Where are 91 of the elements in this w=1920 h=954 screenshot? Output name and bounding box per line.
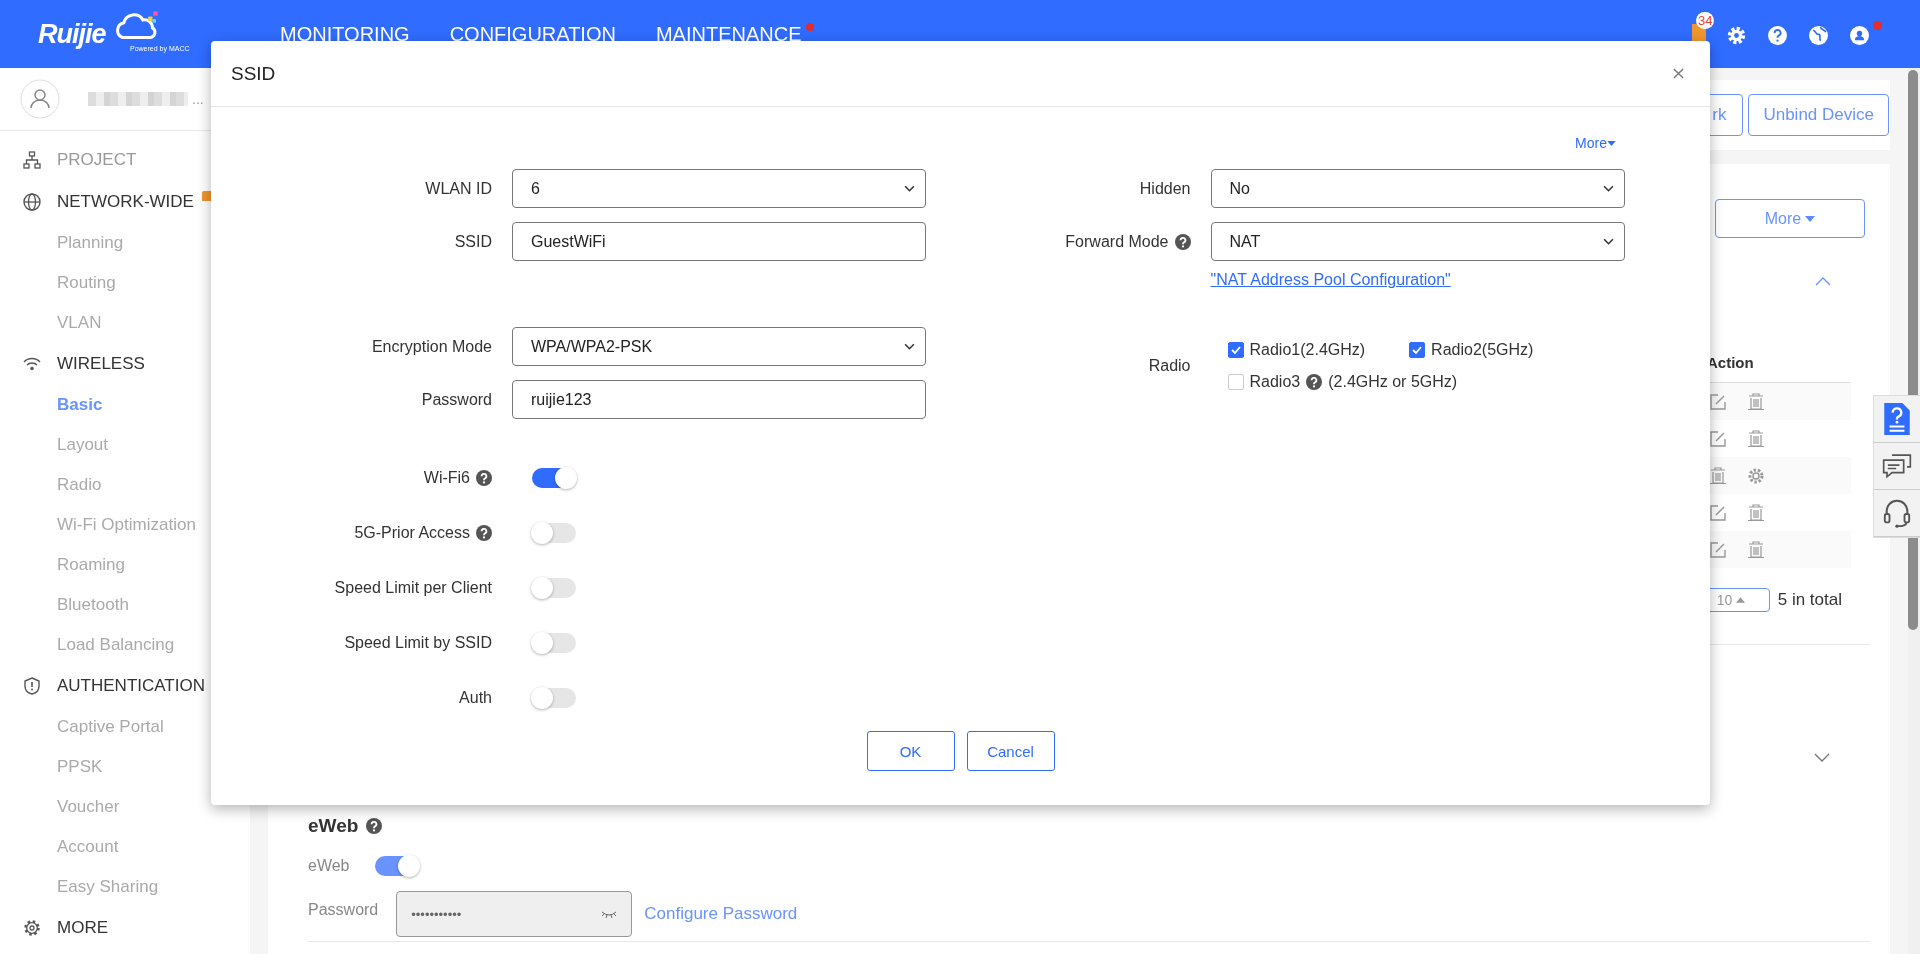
select-field[interactable]: No: [1210, 169, 1625, 208]
checkbox[interactable]: [1227, 374, 1244, 390]
field-label: Speed Limit by SSID: [344, 634, 492, 652]
checkbox[interactable]: [1409, 342, 1426, 358]
field-label: Forward Mode: [1065, 232, 1169, 251]
help-icon[interactable]: [366, 818, 383, 834]
collapse-icon[interactable]: [1815, 276, 1831, 286]
more-link[interactable]: More: [1575, 133, 1616, 153]
help-icon[interactable]: [476, 525, 492, 541]
chevron-down-icon: [904, 343, 915, 350]
sidebar-item[interactable]: Voucher: [0, 787, 250, 827]
checkbox-label: Radio2(5GHz): [1431, 341, 1534, 359]
sidebar-section[interactable]: AUTHENTICATION: [57, 676, 205, 696]
sidebar-section[interactable]: NETWORK-WIDE: [57, 192, 194, 212]
avatar-icon: [20, 79, 60, 119]
select-field[interactable]: 6: [512, 169, 926, 208]
eye-closed-icon[interactable]: [601, 910, 618, 918]
settings-icon[interactable]: [1747, 466, 1765, 485]
input-field[interactable]: ruijie123: [512, 380, 926, 419]
caret-icon: [1607, 140, 1616, 146]
configure-password-link[interactable]: Configure Password: [644, 904, 798, 924]
dialog-button[interactable]: OK: [866, 731, 955, 771]
help-icon[interactable]: [1174, 233, 1191, 250]
delete-icon[interactable]: [1747, 540, 1765, 559]
input-field[interactable]: GuestWiFi: [512, 222, 926, 261]
toggle-switch[interactable]: [532, 578, 576, 598]
checkbox-label: Radio1(2.4GHz): [1249, 341, 1366, 359]
total-count: 5 in total: [1777, 590, 1842, 610]
edit-icon[interactable]: [1709, 429, 1727, 448]
toggle-switch[interactable]: [532, 688, 576, 708]
delete-icon[interactable]: [1747, 429, 1765, 448]
edit-icon[interactable]: [1709, 540, 1727, 559]
nat-pool-link[interactable]: "NAT Address Pool Configuration": [1210, 271, 1451, 288]
section-title: eWeb: [308, 815, 359, 837]
field-label: Hidden: [1139, 179, 1191, 198]
field-label: Speed Limit per Client: [334, 579, 492, 597]
nav-tab[interactable]: MAINTENANCE: [655, 22, 802, 46]
help-icon[interactable]: [476, 470, 492, 486]
field-label: WLAN ID: [425, 179, 492, 198]
field-label: Password: [308, 901, 379, 919]
expand-icon[interactable]: [1814, 753, 1830, 763]
field-label: Auth: [459, 689, 492, 707]
notification-count: 34: [1696, 12, 1715, 29]
account-icon[interactable]: [1849, 24, 1870, 46]
more-button[interactable]: More: [1715, 199, 1865, 238]
checkbox-note: (2.4GHz or 5GHz): [1328, 373, 1458, 391]
checkbox-label: Radio3: [1249, 373, 1301, 391]
field-label: Password: [421, 390, 492, 409]
shield-icon: [22, 676, 42, 696]
globe-icon: [22, 192, 42, 212]
sitemap-icon: [22, 150, 42, 170]
sidebar-item[interactable]: Easy Sharing: [0, 867, 250, 907]
user-name: ...: [192, 91, 204, 107]
settings-icon: [22, 918, 42, 938]
toggle-switch[interactable]: [532, 633, 576, 653]
password-field[interactable]: •••••••••••: [396, 891, 633, 937]
chevron-down-icon: [1602, 238, 1614, 245]
select-field[interactable]: WPA/WPA2-PSK: [512, 327, 926, 366]
field-label: Radio: [1148, 357, 1191, 375]
chevron-down-icon: [904, 185, 915, 192]
globe-icon[interactable]: [1808, 24, 1829, 46]
caret-icon: [1736, 597, 1746, 603]
help-icon[interactable]: [1306, 374, 1323, 390]
field-label: Wi-Fi6: [423, 469, 470, 487]
sidebar-section[interactable]: MORE: [57, 918, 108, 938]
toolbar-button[interactable]: Unbind Device: [1748, 94, 1889, 136]
sidebar-item[interactable]: Account: [0, 827, 250, 867]
field-label: eWeb: [308, 857, 351, 875]
sidebar-section[interactable]: PROJECT: [57, 150, 137, 170]
delete-icon[interactable]: [1709, 466, 1727, 485]
toggle-switch[interactable]: [532, 523, 576, 543]
toggle-switch[interactable]: [375, 856, 419, 876]
edit-icon[interactable]: [1709, 503, 1727, 522]
chevron-down-icon: [1602, 185, 1614, 192]
help-icon[interactable]: [1767, 24, 1788, 46]
dialog-title: SSID: [231, 62, 276, 85]
field-label: 5G-Prior Access: [354, 524, 470, 542]
logo-wordmark: Ruijie: [38, 18, 106, 50]
field-label: Encryption Mode: [371, 337, 492, 356]
toggle-switch[interactable]: [532, 468, 576, 488]
delete-icon[interactable]: [1747, 503, 1765, 522]
close-icon[interactable]: [1673, 68, 1684, 79]
field-label: SSID: [454, 232, 492, 251]
checkbox[interactable]: [1227, 342, 1244, 358]
select-field[interactable]: NAT: [1210, 222, 1625, 261]
settings-icon[interactable]: [1726, 24, 1747, 46]
sidebar-section[interactable]: WIRELESS: [57, 354, 145, 374]
caret-icon: [1805, 215, 1816, 222]
delete-icon[interactable]: [1747, 392, 1765, 411]
edit-icon[interactable]: [1709, 392, 1727, 411]
dialog-button[interactable]: Cancel: [966, 731, 1055, 771]
